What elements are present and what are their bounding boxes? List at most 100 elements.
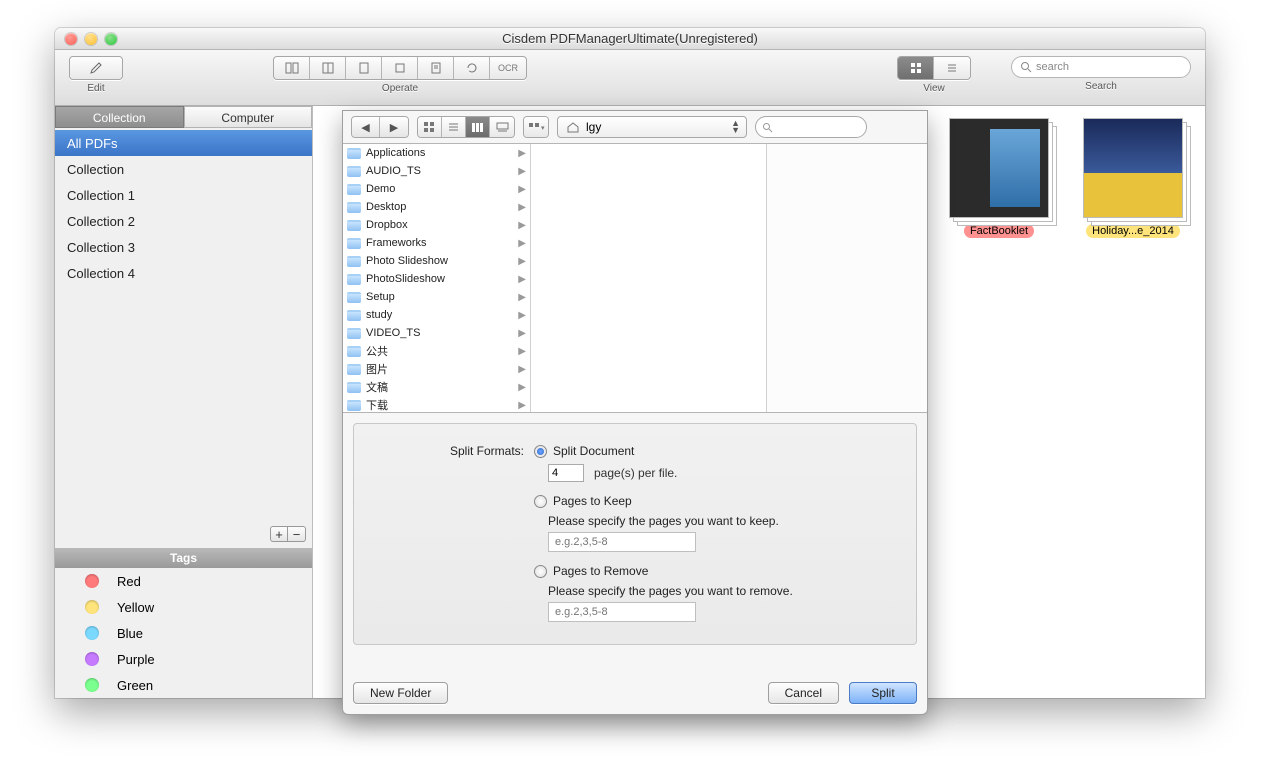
tag-label: Purple [117,652,155,667]
folder-name: Dropbox [366,219,408,231]
folder-row[interactable]: Demo▶ [343,180,530,198]
folder-row[interactable]: VIDEO_TS▶ [343,324,530,342]
op-2[interactable] [310,57,346,79]
sidebar-item[interactable]: Collection 1 [55,182,312,208]
sidebar-item[interactable]: Collection [55,156,312,182]
cancel-button[interactable]: Cancel [768,682,839,704]
folder-name: Applications [366,147,425,159]
tab-collection[interactable]: Collection [55,106,184,128]
folder-row[interactable]: AUDIO_TS▶ [343,162,530,180]
edit-button[interactable] [69,56,123,80]
folder-row[interactable]: Setup▶ [343,288,530,306]
finder-list-view[interactable] [442,117,466,137]
view-grid[interactable] [898,57,934,79]
remove-hint: Please specify the pages you want to rem… [548,584,902,598]
refresh-icon [465,61,479,75]
folder-row[interactable]: Dropbox▶ [343,216,530,234]
operate-segment: OCR [273,56,527,80]
folder-row[interactable]: 下载▶ [343,396,530,412]
tag-row[interactable]: Blue [55,620,312,646]
sidebar-item[interactable]: Collection 3 [55,234,312,260]
folder-icon [347,238,361,249]
chevron-right-icon: ▶ [518,238,526,249]
folder-name: study [366,309,392,321]
pages-keep-label: Pages to Keep [553,492,632,508]
folder-name: 图片 [366,361,388,377]
folder-row[interactable]: study▶ [343,306,530,324]
gear-icon: ▾ [527,121,545,134]
chevron-right-icon: ▶ [518,382,526,393]
op-3[interactable] [346,57,382,79]
folder-row[interactable]: Applications▶ [343,144,530,162]
grid-icon [909,61,923,75]
pdf-thumb[interactable]: Holiday...e_2014 [1081,118,1185,238]
folder-icon [347,166,361,177]
folder-row[interactable]: Desktop▶ [343,198,530,216]
folder-row[interactable]: 文稿▶ [343,378,530,396]
chevron-right-icon: ▶ [518,184,526,195]
coverflow-icon [496,121,509,134]
edit-label: Edit [87,83,104,94]
folder-icon [347,310,361,321]
keep-input[interactable] [548,532,696,552]
new-folder-button[interactable]: New Folder [353,682,448,704]
tag-list: Red YellowBlue Purple Green [55,568,312,698]
finder-icon-view[interactable] [418,117,442,137]
remove-collection[interactable]: − [288,526,306,542]
sidebar: Collection Computer All PDFsCollectionCo… [55,106,313,698]
tag-row[interactable]: Red [55,568,312,594]
add-collection[interactable]: + [270,526,288,542]
tab-computer[interactable]: Computer [184,106,313,128]
split-options-panel: Split Formats: Split Document page(s) pe… [353,423,917,645]
folder-row[interactable]: 公共▶ [343,342,530,360]
tag-row[interactable]: Yellow [55,594,312,620]
folder-icon [347,148,361,159]
finder-arrange[interactable]: ▾ [524,117,548,137]
pdf-thumb[interactable]: FactBooklet [947,118,1051,238]
nav-back[interactable]: ◀ [352,117,380,137]
chevron-right-icon: ▶ [518,274,526,285]
op-4[interactable] [382,57,418,79]
op-1[interactable] [274,57,310,79]
finder-cover-view[interactable] [490,117,514,137]
sheet-search[interactable] [755,116,867,138]
search-icon [1020,61,1032,73]
folder-name: VIDEO_TS [366,327,420,339]
op-7[interactable]: OCR [490,57,526,79]
sidebar-item[interactable]: Collection 4 [55,260,312,286]
save-sheet: ◀ ▶ ▾ lgy ▲▼ Applications▶AUDIO_TS▶Demo▶… [342,110,928,715]
chevron-right-icon: ▶ [518,256,526,267]
grid-icon [423,121,436,134]
folder-row[interactable]: PhotoSlideshow▶ [343,270,530,288]
radio-pages-remove[interactable] [534,565,547,578]
sidebar-item[interactable]: All PDFs [55,130,312,156]
main-search[interactable]: search [1011,56,1191,78]
folder-icon [347,382,361,393]
nav-forward[interactable]: ▶ [380,117,408,137]
columns-icon [471,121,484,134]
folder-row[interactable]: Frameworks▶ [343,234,530,252]
pages-per-file-input[interactable] [548,464,584,482]
tag-color-dot [85,574,99,588]
tag-row[interactable]: Green [55,672,312,698]
tags-header: Tags [55,548,312,568]
tag-row[interactable]: Purple [55,646,312,672]
folder-icon [347,184,361,195]
op-6[interactable] [454,57,490,79]
folder-row[interactable]: 图片▶ [343,360,530,378]
folder-name: Setup [366,291,395,303]
split-button[interactable]: Split [849,682,917,704]
finder-column-view[interactable] [466,117,490,137]
tag-label: Red [117,574,141,589]
radio-pages-keep[interactable] [534,495,547,508]
folder-row[interactable]: Photo Slideshow▶ [343,252,530,270]
sidebar-item[interactable]: Collection 2 [55,208,312,234]
folder-icon [347,220,361,231]
folder-icon [347,400,361,411]
view-list[interactable] [934,57,970,79]
remove-input[interactable] [548,602,696,622]
path-popup[interactable]: lgy ▲▼ [557,116,747,138]
op-5[interactable] [418,57,454,79]
radio-split-document[interactable] [534,445,547,458]
sidebar-list: All PDFsCollectionCollection 1Collection… [55,128,312,286]
